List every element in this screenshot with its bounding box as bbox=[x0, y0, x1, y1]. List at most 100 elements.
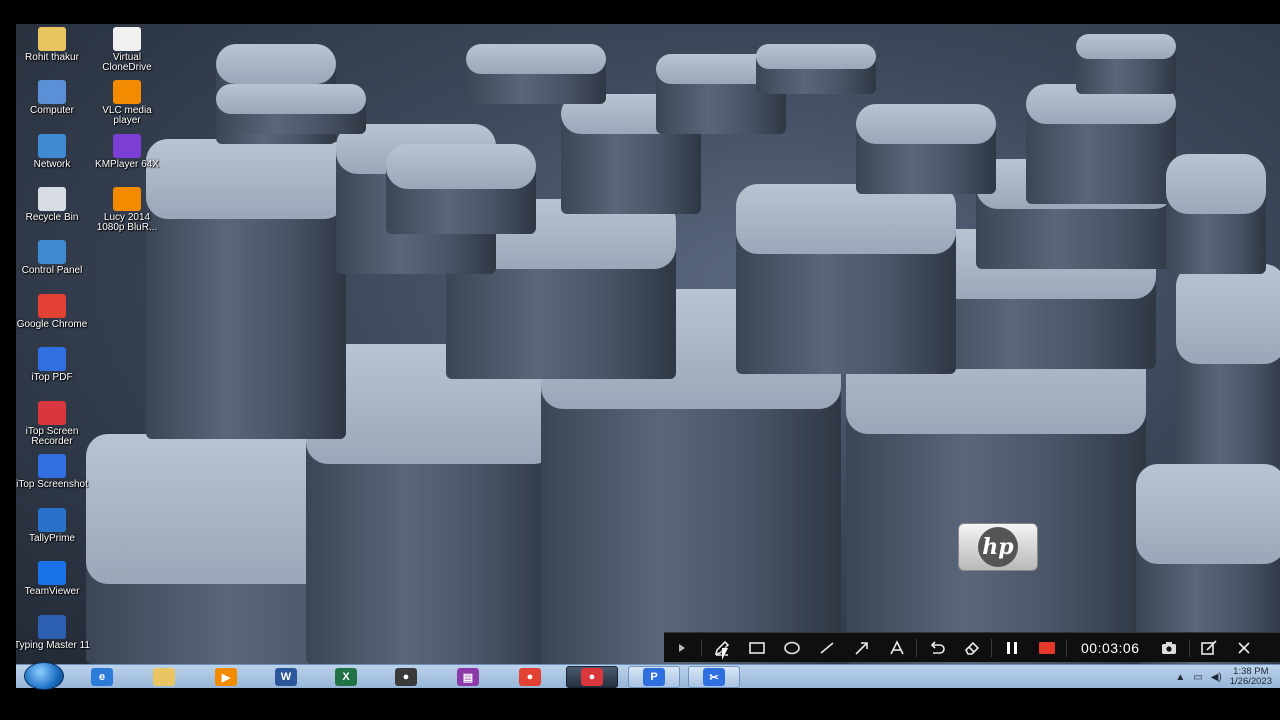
desktop-icon-kmplayer[interactable]: KMPlayer 64X bbox=[89, 134, 165, 170]
taskbar-app-media-center[interactable]: ● bbox=[380, 666, 432, 688]
text-icon[interactable] bbox=[879, 633, 914, 663]
chrome-icon: ● bbox=[519, 668, 541, 686]
arrow-icon[interactable] bbox=[844, 633, 879, 663]
chrome-icon bbox=[38, 294, 66, 318]
desktop-icon-vlc[interactable]: VLC media player bbox=[89, 80, 165, 126]
wallpaper-block bbox=[1166, 154, 1266, 274]
system-tray: ▲ ▭ ◀) 1:38 PM 1/26/2023 bbox=[1175, 665, 1272, 689]
divider bbox=[916, 638, 917, 657]
itop-recorder-icon: ● bbox=[581, 668, 603, 686]
close-icon[interactable] bbox=[1227, 633, 1262, 663]
desktop-icon-control-panel[interactable]: Control Panel bbox=[16, 240, 90, 276]
itop-screenshot-icon: ✂ bbox=[703, 668, 725, 686]
media-center-icon: ● bbox=[395, 668, 417, 686]
network-icon bbox=[38, 134, 66, 158]
desktop-icon-sheep[interactable]: Virtual CloneDrive bbox=[89, 27, 165, 73]
teamviewer-icon bbox=[38, 561, 66, 585]
wallpaper-block-top bbox=[736, 184, 956, 254]
recycle-bin-icon bbox=[38, 187, 66, 211]
desktop-icon-chrome[interactable]: Google Chrome bbox=[16, 294, 90, 330]
taskbar-app-itop-screenshot[interactable]: ✂ bbox=[688, 666, 740, 688]
network-tray-icon[interactable]: ▭ bbox=[1193, 672, 1202, 683]
divider bbox=[1066, 638, 1067, 657]
start-button[interactable] bbox=[24, 662, 64, 690]
desktop-icon-label: Network bbox=[33, 159, 71, 170]
desktop-icon-label: iTop Screen Recorder bbox=[25, 426, 79, 447]
taskbar-app-chrome[interactable]: ● bbox=[504, 666, 556, 688]
wallpaper-block-top bbox=[756, 44, 876, 69]
divider bbox=[1188, 638, 1190, 657]
desktop-icon-itop-recorder[interactable]: iTop Screen Recorder bbox=[16, 401, 90, 447]
taskbar-app-media-player[interactable]: ▶ bbox=[200, 666, 252, 688]
hp-logo: hp bbox=[958, 523, 1038, 571]
desktop-icon-vlc-file[interactable]: Lucy 2014 1080p BluR... bbox=[89, 187, 165, 233]
wallpaper-block-side bbox=[146, 183, 346, 439]
wallpaper-block bbox=[466, 44, 606, 104]
show-hidden-icons-icon[interactable]: ▲ bbox=[1175, 672, 1185, 683]
desktop-icon-label: Typing Master 11 bbox=[16, 640, 90, 651]
desktop-icon-label: Lucy 2014 1080p BluR... bbox=[96, 212, 158, 233]
wallpaper-block-top bbox=[216, 44, 336, 84]
wallpaper-block-top bbox=[216, 84, 366, 114]
eraser-icon[interactable] bbox=[954, 633, 989, 663]
winrar-icon: ▤ bbox=[457, 668, 479, 686]
taskbar-app-internet-explorer[interactable]: e bbox=[76, 666, 128, 688]
rectangle-icon[interactable] bbox=[739, 633, 774, 663]
wallpaper-block-top bbox=[1076, 34, 1176, 59]
file-explorer-icon bbox=[153, 668, 175, 686]
clock-date: 1/26/2023 bbox=[1229, 676, 1272, 687]
desktop-icon-folder[interactable]: Rohit thakur bbox=[16, 27, 90, 63]
screen: Rohit thakur Computer Network Recycle Bin Co… bbox=[0, 0, 1280, 720]
clock[interactable]: 1:38 PM 1/26/2023 bbox=[1230, 667, 1272, 687]
desktop-icon-label: Recycle Bin bbox=[25, 212, 79, 223]
excel-icon: X bbox=[335, 668, 357, 686]
volume-icon[interactable]: ◀) bbox=[1211, 672, 1222, 683]
desktop-icon-itop-pdf[interactable]: iTop PDF bbox=[16, 347, 90, 383]
desktop-icon-label: Google Chrome bbox=[16, 319, 88, 330]
media-player-icon: ▶ bbox=[215, 668, 237, 686]
pause-icon[interactable] bbox=[994, 633, 1029, 663]
edit-icon[interactable] bbox=[1192, 633, 1227, 663]
desktop-icon-label: Virtual CloneDrive bbox=[102, 52, 152, 73]
desktop-icon-tallyprime[interactable]: TallyPrime bbox=[16, 508, 90, 544]
desktop-icon-label: TallyPrime bbox=[28, 533, 76, 544]
computer-icon bbox=[38, 80, 66, 104]
stop-square bbox=[1038, 641, 1055, 654]
taskbar: e ▶ W X ● ▤ ● ● P ✂ ▲ ▭ ◀) 1:38 PM 1/26/2023 bbox=[16, 662, 1280, 690]
desktop-icon-itop-screenshot[interactable]: iTop Screenshot bbox=[16, 454, 90, 490]
desktop-icon-label: TeamViewer bbox=[24, 586, 80, 597]
sheep-icon bbox=[113, 27, 141, 51]
word-icon: W bbox=[275, 668, 297, 686]
desktop-icon-label: KMPlayer 64X bbox=[95, 159, 159, 170]
camera-icon[interactable] bbox=[1152, 633, 1187, 663]
taskbar-app-excel[interactable]: X bbox=[320, 666, 372, 688]
wallpaper-block bbox=[146, 139, 346, 439]
taskbar-app-winrar[interactable]: ▤ bbox=[442, 666, 494, 688]
wallpaper-block bbox=[216, 84, 366, 134]
ellipse-icon[interactable] bbox=[774, 633, 809, 663]
taskbar-app-itop-pdf[interactable]: P bbox=[628, 666, 680, 688]
line-icon[interactable] bbox=[809, 633, 844, 663]
mouse-cursor bbox=[722, 648, 728, 660]
wallpaper-block bbox=[756, 44, 876, 94]
desktop-icon-label: Control Panel bbox=[21, 265, 83, 276]
desktop-icon-label: VLC media player bbox=[102, 105, 152, 126]
desktop-icon-computer[interactable]: Computer bbox=[16, 80, 90, 116]
itop-pdf-icon bbox=[38, 347, 66, 371]
taskbar-app-word[interactable]: W bbox=[260, 666, 312, 688]
desktop-icon-typing-master[interactable]: Typing Master 11 bbox=[16, 615, 90, 651]
typing-master-icon bbox=[38, 615, 66, 639]
divider bbox=[701, 638, 702, 657]
stop-icon[interactable] bbox=[1029, 633, 1064, 663]
undo-icon[interactable] bbox=[919, 633, 954, 663]
wallpaper-block-top bbox=[466, 44, 606, 74]
taskbar-app-itop-recorder[interactable]: ● bbox=[566, 666, 618, 688]
expand-icon[interactable] bbox=[664, 633, 699, 663]
desktop-icon-recycle-bin[interactable]: Recycle Bin bbox=[16, 187, 90, 223]
wallpaper-block bbox=[386, 144, 536, 234]
taskbar-app-file-explorer[interactable] bbox=[138, 666, 190, 688]
itop-pdf-icon: P bbox=[643, 668, 665, 686]
wallpaper-block-top bbox=[856, 104, 996, 144]
desktop-icon-teamviewer[interactable]: TeamViewer bbox=[16, 561, 90, 597]
desktop-icon-network[interactable]: Network bbox=[16, 134, 90, 170]
